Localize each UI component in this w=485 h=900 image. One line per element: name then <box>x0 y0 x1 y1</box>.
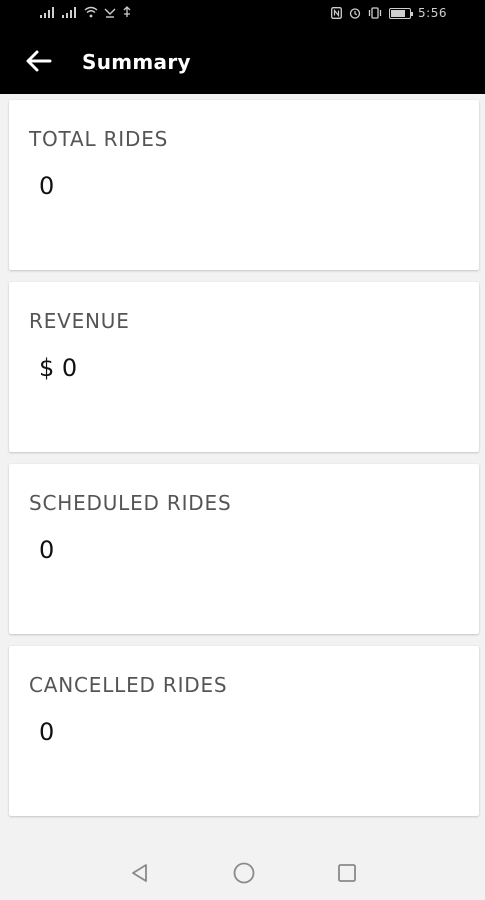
vibrate-icon <box>368 7 382 19</box>
alarm-icon <box>349 8 361 19</box>
circle-home-icon <box>233 862 255 884</box>
card-label: REVENUE <box>29 309 130 333</box>
app-bar: Summary <box>0 28 485 94</box>
card-label: TOTAL RIDES <box>29 127 169 151</box>
nav-home-button[interactable] <box>231 860 257 886</box>
total-rides-card: TOTAL RIDES 0 <box>9 100 479 270</box>
status-left-icons <box>40 6 132 18</box>
signal-icon <box>62 6 78 18</box>
nfc-icon <box>331 7 342 19</box>
summary-content: TOTAL RIDES 0 REVENUE $ 0 SCHEDULED RIDE… <box>0 94 485 846</box>
system-nav-bar <box>0 846 485 900</box>
revenue-card: REVENUE $ 0 <box>9 282 479 452</box>
card-label: SCHEDULED RIDES <box>29 491 232 515</box>
card-value: 0 <box>39 718 55 746</box>
status-bar: 5:56 <box>0 0 485 28</box>
triangle-back-icon <box>132 864 147 882</box>
card-value: 0 <box>39 536 55 564</box>
card-value: 0 <box>39 172 55 200</box>
status-right-icons: 5:56 <box>331 6 447 20</box>
status-time: 5:56 <box>418 6 447 20</box>
back-button[interactable] <box>22 46 56 76</box>
card-value: $ 0 <box>39 354 78 382</box>
card-label: CANCELLED RIDES <box>29 673 228 697</box>
page-title: Summary <box>82 50 191 74</box>
battery-icon <box>389 7 414 19</box>
location-icon <box>123 6 131 17</box>
usb-icon <box>104 8 116 18</box>
scheduled-rides-card: SCHEDULED RIDES 0 <box>9 464 479 634</box>
wifi-icon <box>84 6 98 18</box>
square-recents-icon <box>338 864 356 882</box>
signal-icon <box>40 6 56 18</box>
nav-recents-button[interactable] <box>334 860 360 886</box>
cancelled-rides-card: CANCELLED RIDES 0 <box>9 646 479 816</box>
nav-back-button[interactable] <box>127 860 153 886</box>
arrow-left-icon <box>26 50 52 72</box>
